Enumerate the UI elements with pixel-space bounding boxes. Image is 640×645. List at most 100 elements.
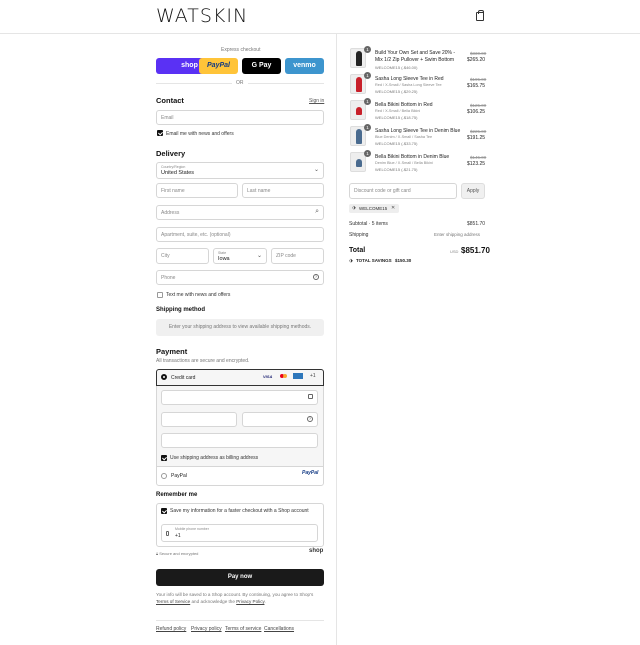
credit-card-label: Credit card xyxy=(171,375,196,381)
paypal-button[interactable]: PayPal xyxy=(199,58,238,74)
applied-code: WELCOME15 xyxy=(359,206,388,211)
payment-subtext: All transactions are secure and encrypte… xyxy=(156,358,250,364)
total-value: $851.70 xyxy=(461,246,490,255)
chevron-down-icon: ⌄ xyxy=(313,167,319,173)
paypal-radio[interactable] xyxy=(161,473,167,479)
original-price: $225.00 xyxy=(470,129,487,134)
cancellations-link[interactable]: Cancellations xyxy=(264,626,294,632)
item-price: $265.20 xyxy=(467,57,486,63)
state-select[interactable]: State Iowa ⌄ xyxy=(213,248,267,264)
expiration-date-field[interactable] xyxy=(161,412,237,427)
quantity-badge: 1 xyxy=(364,150,371,157)
help-icon[interactable]: ? xyxy=(307,416,313,422)
first-name-field[interactable]: First name xyxy=(156,183,238,198)
express-checkout-label: Express checkout xyxy=(221,47,261,53)
phone-field[interactable]: Phone ? xyxy=(156,270,324,285)
terms-of-service-link[interactable]: Terms of Service xyxy=(156,599,190,604)
secure-encrypted-note: 🔒︎ Secure and encrypted xyxy=(156,551,199,556)
total-savings-value: $150.30 xyxy=(395,258,412,263)
item-price: $191.25 xyxy=(467,135,486,141)
email-news-label: Email me with news and offers xyxy=(166,131,234,137)
secure-text: Secure and encrypted xyxy=(159,551,199,556)
google-pay-button[interactable]: G Pay xyxy=(242,58,281,74)
city-field[interactable]: City xyxy=(156,248,209,264)
shipping-value: Enter shipping address xyxy=(434,232,481,237)
paypal-option-label[interactable]: PayPal xyxy=(171,473,187,479)
zip-placeholder: ZIP code xyxy=(276,253,296,259)
last-name-placeholder: Last name xyxy=(247,188,271,194)
item-price: $165.75 xyxy=(467,83,486,89)
divider xyxy=(156,620,324,621)
shipping-label: Shipping xyxy=(349,232,369,238)
tag-icon: ⬗ xyxy=(352,205,356,211)
state-value: Iowa xyxy=(218,256,230,262)
order-summary-panel xyxy=(336,34,640,645)
zip-field[interactable]: ZIP code xyxy=(271,248,324,264)
card-number-field[interactable] xyxy=(161,390,318,405)
country-select[interactable]: Country/Region United States ⌄ xyxy=(156,162,324,179)
sign-in-link[interactable]: Sign in xyxy=(309,98,324,104)
phone-icon xyxy=(166,531,169,536)
product-variant: Denim Blue / X-Small / Bella Bikini xyxy=(375,161,433,165)
product-variant: Blue Denim / X-Small / Sasha Tee xyxy=(375,135,433,139)
store-logo[interactable]: WATSKIN xyxy=(156,5,248,27)
shopping-bag-icon[interactable] xyxy=(476,10,484,21)
quantity-badge: 1 xyxy=(364,46,371,53)
divider xyxy=(156,83,232,84)
product-name: Sasha Long Sleeve Tee in Denim Blue xyxy=(375,128,461,134)
paypal-logo: PayPal xyxy=(302,470,319,476)
apartment-placeholder: Apartment, suite, etc. (optional) xyxy=(161,232,231,238)
product-variant: Red / X-Small / Bella Bikini xyxy=(375,109,421,113)
quantity-badge: 1 xyxy=(364,98,371,105)
product-name: Bella Bikini Bottom in Red xyxy=(375,102,433,108)
apply-button[interactable]: Apply xyxy=(461,183,485,199)
email-field[interactable]: Email xyxy=(156,110,324,125)
legal-and: and acknowledge the xyxy=(191,599,235,604)
email-news-checkbox[interactable] xyxy=(157,130,163,136)
total-savings-label: TOTAL SAVINGS xyxy=(356,258,392,263)
save-info-label: Save my information for a faster checkou… xyxy=(170,508,309,514)
product-name: Build Your Own Set and Save 20% - Mix 1/… xyxy=(375,50,456,63)
more-cards-icon: +1 xyxy=(310,373,316,379)
text-news-label: Text me with news and offers xyxy=(166,292,231,298)
refund-policy-link[interactable]: Refund policy xyxy=(156,626,186,632)
legal-line: Your info will be saved to a Shop accoun… xyxy=(156,592,314,597)
delivery-heading: Delivery xyxy=(156,149,186,158)
text-news-checkbox[interactable] xyxy=(157,292,163,298)
apartment-field[interactable]: Apartment, suite, etc. (optional) xyxy=(156,227,324,242)
discount-placeholder: Discount code or gift card xyxy=(354,188,411,194)
divider xyxy=(156,466,324,467)
mobile-value: +1 xyxy=(175,533,181,539)
total-label: Total xyxy=(349,247,366,254)
quantity-badge: 1 xyxy=(364,124,371,131)
billing-same-checkbox[interactable] xyxy=(161,455,167,461)
item-price: $106.25 xyxy=(467,109,486,115)
security-code-field[interactable]: ? xyxy=(242,412,318,427)
first-name-placeholder: First name xyxy=(161,188,185,194)
mobile-phone-field[interactable]: Mobile phone number +1 xyxy=(161,524,318,542)
search-icon: ⌕ xyxy=(315,208,319,215)
name-on-card-field[interactable] xyxy=(161,433,318,448)
shipping-method-message: Enter your shipping address to view avai… xyxy=(156,319,324,336)
currency-label: USD xyxy=(450,249,459,254)
venmo-button[interactable]: venmo xyxy=(285,58,324,74)
credit-card-radio[interactable] xyxy=(161,374,167,380)
chevron-down-icon: ⌄ xyxy=(256,253,262,259)
product-name: Sasha Long Sleeve Tee in Red xyxy=(375,76,444,82)
terms-of-service-footer-link[interactable]: Terms of service xyxy=(225,626,261,632)
city-placeholder: City xyxy=(161,253,170,259)
save-info-checkbox[interactable] xyxy=(161,508,167,514)
close-icon[interactable]: ✕ xyxy=(391,205,395,211)
pay-now-button[interactable]: Pay now xyxy=(156,569,324,586)
help-icon[interactable]: ? xyxy=(313,274,319,280)
divider xyxy=(248,83,324,84)
address-field[interactable]: Address ⌕ xyxy=(156,205,324,220)
privacy-policy-link[interactable]: Privacy Policy xyxy=(236,599,264,604)
discount-code-field[interactable]: Discount code or gift card xyxy=(349,183,457,199)
country-value: United States xyxy=(161,170,195,176)
original-price: $125.00 xyxy=(470,103,487,108)
last-name-field[interactable]: Last name xyxy=(242,183,324,198)
subtotal-label: Subtotal · 5 items xyxy=(349,221,388,227)
privacy-policy-footer-link[interactable]: Privacy policy xyxy=(191,626,222,632)
discount-tag: WELCOME15 (-$46.00) xyxy=(375,65,418,70)
